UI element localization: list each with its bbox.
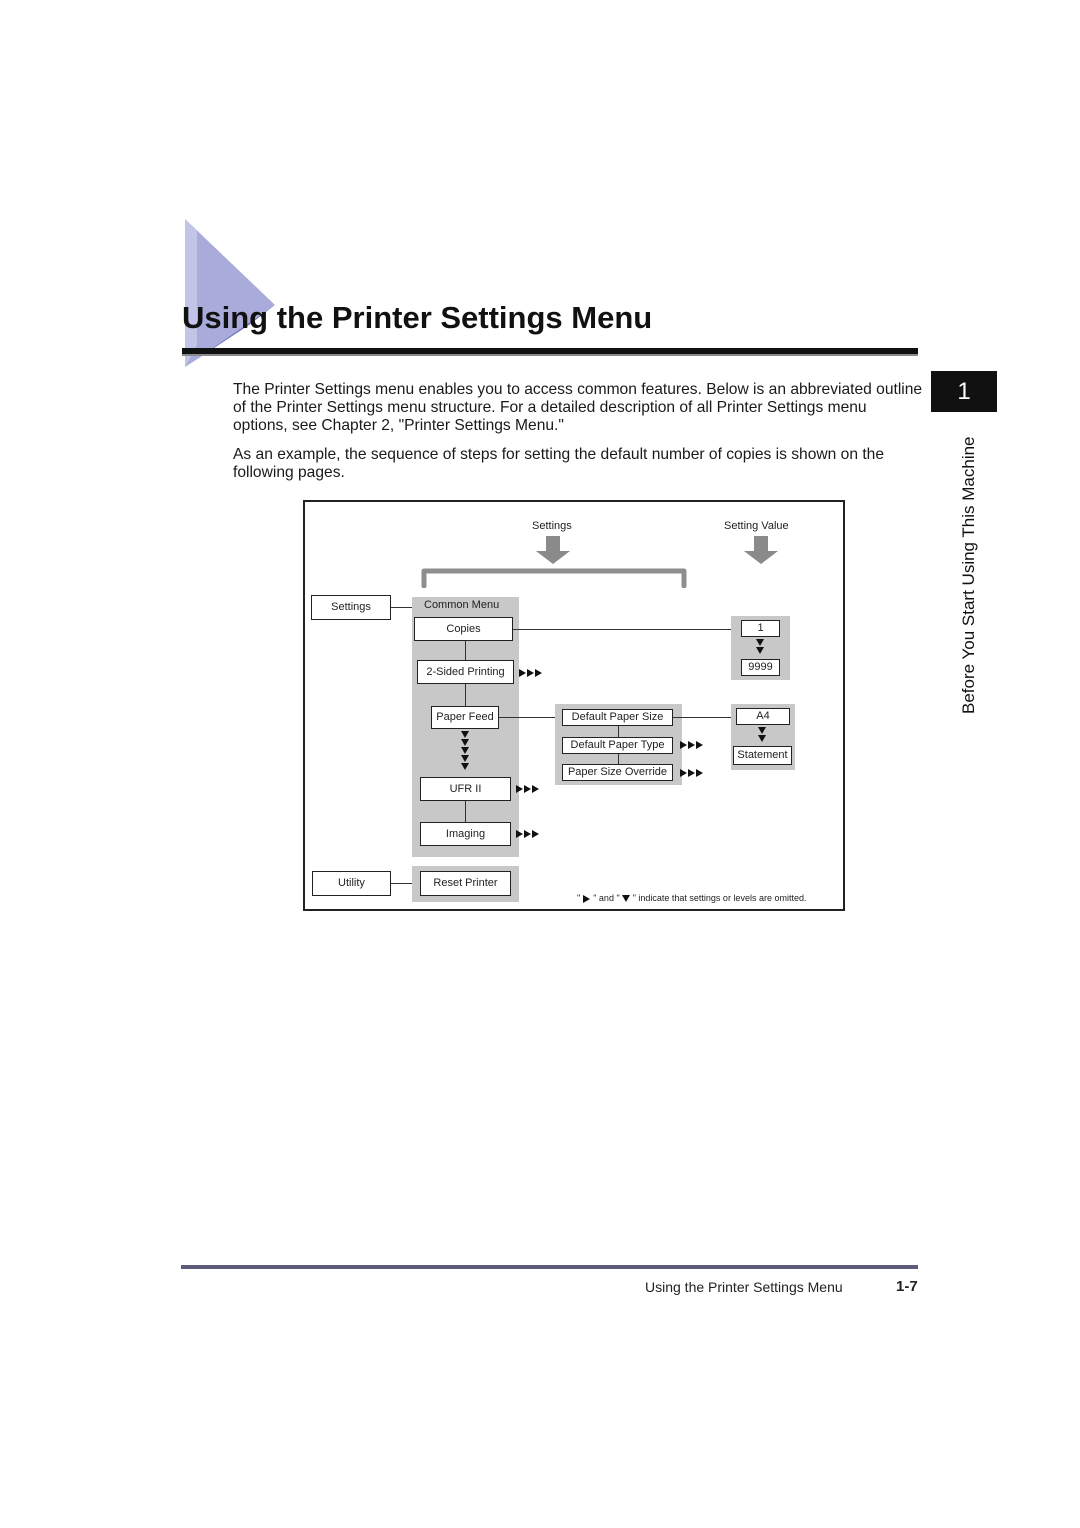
menu-item-paper-feed[interactable]: Paper Feed	[431, 706, 499, 729]
settings-bracket	[421, 568, 687, 588]
value-range-down-icon	[755, 638, 765, 654]
footer-section-title: Using the Printer Settings Menu	[645, 1279, 843, 1295]
chapter-title-vertical: Before You Start Using This Machine	[959, 436, 978, 714]
common-menu-title: Common Menu	[424, 599, 500, 611]
omitted-levels-down-icon	[460, 730, 470, 770]
paper-size-first-value[interactable]: A4	[736, 708, 790, 725]
menu-item-ufr-ii[interactable]: UFR II	[420, 777, 511, 801]
connector	[499, 717, 555, 718]
connector	[465, 641, 466, 661]
connector	[618, 725, 619, 737]
menu-item-2-sided-printing[interactable]: 2-Sided Printing	[417, 660, 514, 684]
omitted-settings-right-icon	[680, 740, 704, 750]
connector	[391, 607, 413, 608]
chapter-number-tab[interactable]: 1	[931, 371, 997, 412]
page-title: Using the Printer Settings Menu	[182, 300, 653, 335]
intro-paragraph: The Printer Settings menu enables you to…	[233, 381, 923, 434]
setting-value-column-header: Setting Value	[724, 520, 789, 532]
omit-right-icon	[582, 894, 590, 903]
footer-rule	[181, 1265, 918, 1269]
diagram-footnote: " " and " " indicate that settings or le…	[577, 893, 806, 904]
paper-size-last-value[interactable]: Statement	[733, 746, 792, 765]
omitted-settings-right-icon	[519, 668, 543, 678]
value-range-down-icon	[757, 726, 767, 742]
settings-menu-box[interactable]: Settings	[311, 595, 391, 620]
connector	[513, 629, 731, 630]
footnote-prefix: "	[577, 893, 581, 903]
omit-down-icon	[622, 895, 631, 903]
footnote-suffix: " indicate that settings or levels are o…	[632, 893, 807, 903]
example-paragraph: As an example, the sequence of steps for…	[233, 446, 885, 481]
title-rule-shadow	[182, 354, 918, 356]
menu-item-reset-printer[interactable]: Reset Printer	[420, 871, 511, 896]
omitted-settings-right-icon	[516, 784, 540, 794]
copies-min-value[interactable]: 1	[741, 620, 780, 637]
omitted-settings-right-icon	[680, 768, 704, 778]
connector	[465, 684, 466, 708]
omitted-settings-right-icon	[516, 829, 540, 839]
footnote-mid: " and "	[593, 893, 620, 903]
settings-down-arrow-icon	[536, 536, 570, 564]
menu-item-paper-size-override[interactable]: Paper Size Override	[562, 764, 673, 781]
settings-column-header: Settings	[532, 520, 572, 532]
menu-item-imaging[interactable]: Imaging	[420, 822, 511, 846]
page-number: 1-7	[896, 1278, 918, 1295]
copies-max-value[interactable]: 9999	[741, 659, 780, 676]
menu-item-copies[interactable]: Copies	[414, 617, 513, 641]
utility-menu-box[interactable]: Utility	[312, 871, 391, 896]
menu-item-default-paper-size[interactable]: Default Paper Size	[562, 709, 673, 726]
setting-value-down-arrow-icon	[744, 536, 778, 564]
menu-item-default-paper-type[interactable]: Default Paper Type	[562, 737, 673, 754]
header-triangle-icon	[185, 219, 275, 367]
connector	[465, 800, 466, 822]
connector	[673, 717, 731, 718]
